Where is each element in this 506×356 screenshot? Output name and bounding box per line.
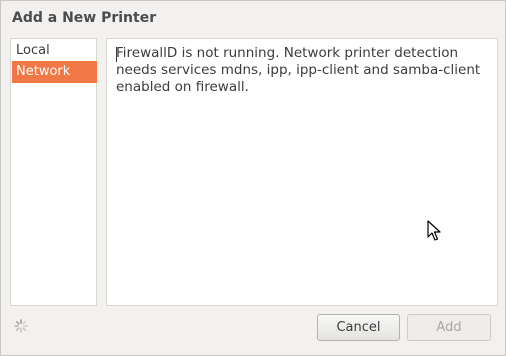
dialog-title: Add a New Printer xyxy=(12,10,157,26)
firewall-message: FirewallD is not running. Network printe… xyxy=(116,45,486,96)
sidebar-item-local[interactable]: Local xyxy=(12,40,97,62)
spinner-icon xyxy=(14,319,28,333)
add-button[interactable]: Add xyxy=(407,314,491,341)
message-line: needs services mdns, ipp, ipp-client and… xyxy=(116,62,481,78)
sidebar-item-network[interactable]: Network xyxy=(12,61,97,83)
mouse-cursor-icon xyxy=(427,220,441,241)
message-line: enabled on firewall. xyxy=(116,79,249,95)
device-type-list: Local Network xyxy=(10,38,97,306)
message-panel[interactable]: FirewallD is not running. Network printe… xyxy=(106,38,498,306)
add-printer-dialog: Add a New Printer Local Network Firewall… xyxy=(0,0,506,356)
cancel-button[interactable]: Cancel xyxy=(317,314,400,341)
message-line: FirewallD is not running. Network printe… xyxy=(116,45,459,61)
